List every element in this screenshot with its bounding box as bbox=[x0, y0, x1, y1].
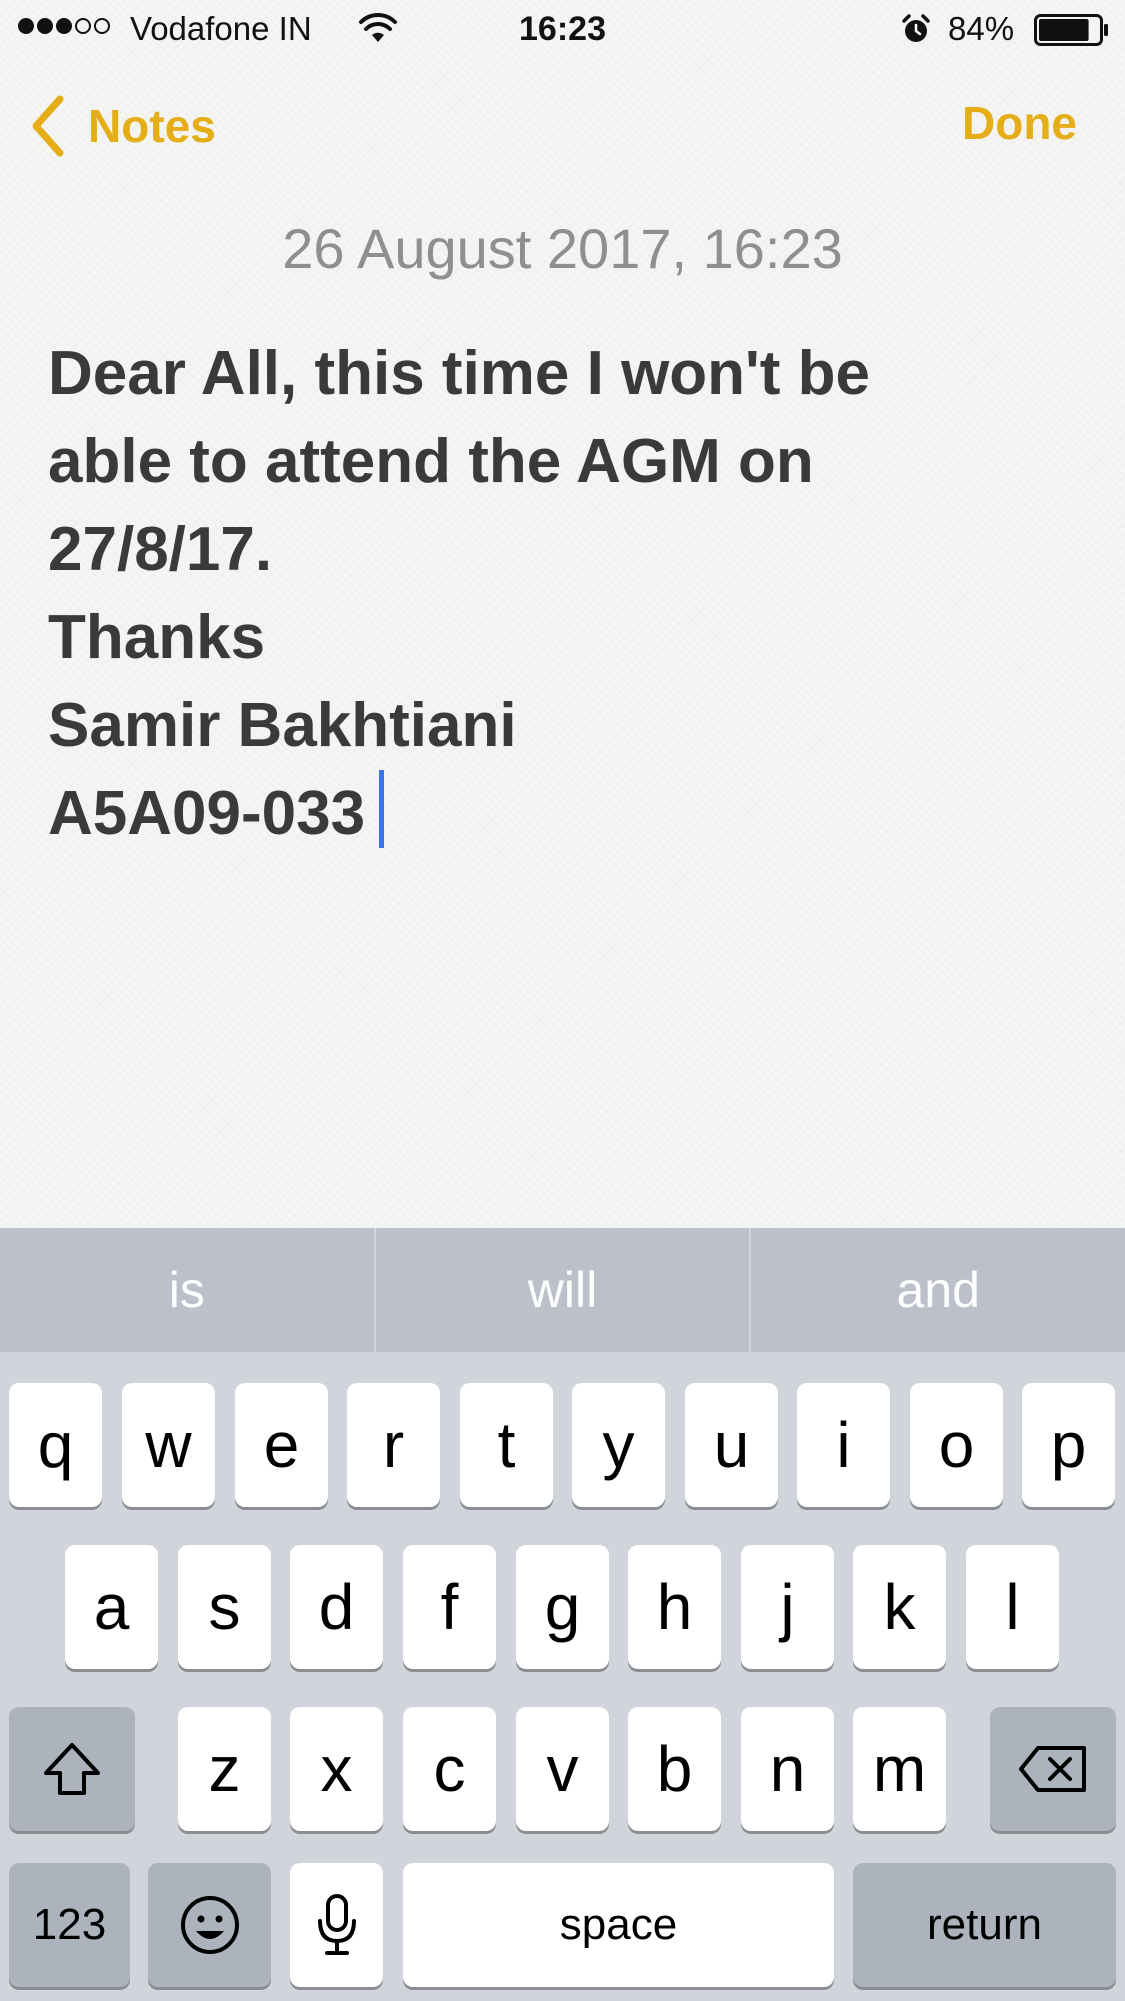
key-i[interactable]: i bbox=[797, 1383, 890, 1507]
return-key[interactable]: return bbox=[853, 1863, 1116, 1987]
note-line: Samir Bakhtiani bbox=[48, 691, 517, 760]
chevron-left-icon bbox=[32, 95, 64, 157]
key-t[interactable]: t bbox=[460, 1383, 553, 1507]
microphone-icon bbox=[317, 1894, 356, 1955]
key-q[interactable]: q bbox=[9, 1383, 102, 1507]
back-to-notes-button[interactable]: Notes bbox=[30, 94, 216, 158]
shift-key[interactable] bbox=[9, 1707, 135, 1831]
prediction-suggestion[interactable]: and bbox=[749, 1228, 1125, 1352]
note-line: able to attend the AGM on bbox=[48, 427, 814, 496]
key-g[interactable]: g bbox=[516, 1545, 609, 1669]
key-h[interactable]: h bbox=[628, 1545, 721, 1669]
key-y[interactable]: y bbox=[572, 1383, 665, 1507]
prediction-suggestion[interactable]: will bbox=[373, 1228, 750, 1352]
key-p[interactable]: p bbox=[1022, 1383, 1115, 1507]
note-line: Dear All, this time I won't be bbox=[48, 339, 871, 408]
alarm-icon bbox=[902, 14, 930, 42]
key-f[interactable]: f bbox=[403, 1545, 496, 1669]
dictation-key[interactable] bbox=[290, 1863, 383, 1987]
key-a[interactable]: a bbox=[65, 1545, 158, 1669]
prediction-suggestion[interactable]: is bbox=[0, 1228, 374, 1352]
battery-percent: 84% bbox=[948, 10, 1015, 47]
backspace-key[interactable] bbox=[990, 1707, 1116, 1831]
key-r[interactable]: r bbox=[347, 1383, 440, 1507]
note-date: 26 August 2017, 16:23 bbox=[282, 217, 843, 280]
key-b[interactable]: b bbox=[628, 1707, 721, 1831]
numbers-key[interactable]: 123 bbox=[9, 1863, 130, 1987]
note-line-text: A5A09-033 bbox=[48, 779, 366, 848]
note-line-last: A5A09-033 bbox=[48, 770, 1088, 858]
keyboard: is will and q w e r t y u i o p a s d f … bbox=[0, 1228, 1125, 2001]
key-l[interactable]: l bbox=[966, 1545, 1059, 1669]
note-text-area[interactable]: Dear All, this time I won't be able to a… bbox=[48, 330, 1088, 858]
key-j[interactable]: j bbox=[741, 1545, 834, 1669]
back-label: Notes bbox=[88, 100, 216, 152]
key-o[interactable]: o bbox=[910, 1383, 1003, 1507]
key-s[interactable]: s bbox=[178, 1545, 271, 1669]
emoji-icon bbox=[180, 1896, 239, 1954]
status-bar: Vodafone IN 16:23 84% bbox=[0, 0, 1125, 60]
key-n[interactable]: n bbox=[741, 1707, 834, 1831]
done-button[interactable]: Done bbox=[962, 96, 1077, 150]
key-c[interactable]: c bbox=[403, 1707, 496, 1831]
key-d[interactable]: d bbox=[290, 1545, 383, 1669]
battery-icon bbox=[1034, 14, 1108, 46]
note-line: 27/8/17. bbox=[48, 515, 273, 584]
shift-icon bbox=[44, 1743, 100, 1795]
key-v[interactable]: v bbox=[516, 1707, 609, 1831]
text-cursor bbox=[379, 770, 385, 848]
note-line: Thanks bbox=[48, 603, 266, 672]
predictive-text-bar: is will and bbox=[0, 1228, 1125, 1352]
key-w[interactable]: w bbox=[122, 1383, 215, 1507]
space-key[interactable]: space bbox=[403, 1863, 834, 1987]
key-z[interactable]: z bbox=[178, 1707, 271, 1831]
key-x[interactable]: x bbox=[290, 1707, 383, 1831]
key-u[interactable]: u bbox=[685, 1383, 778, 1507]
emoji-key[interactable] bbox=[148, 1863, 271, 1987]
backspace-icon bbox=[1019, 1746, 1086, 1792]
key-k[interactable]: k bbox=[853, 1545, 946, 1669]
key-m[interactable]: m bbox=[853, 1707, 946, 1831]
key-e[interactable]: e bbox=[235, 1383, 328, 1507]
